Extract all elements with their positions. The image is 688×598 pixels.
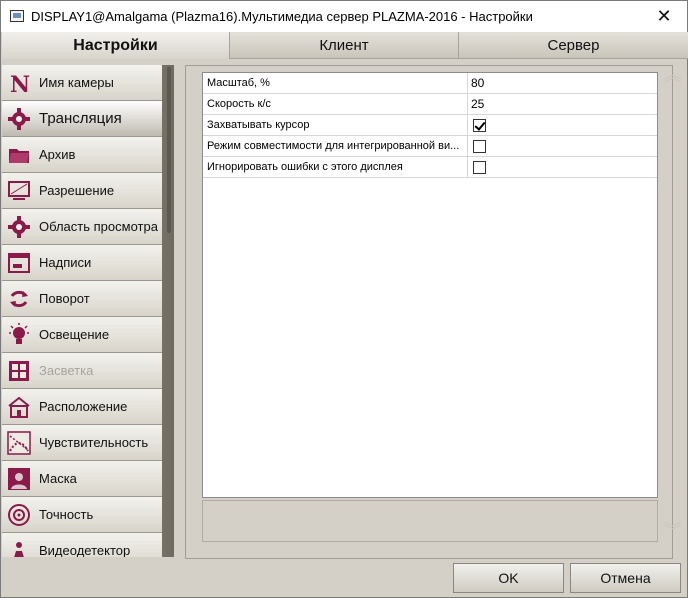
ok-button[interactable]: OK [453, 563, 564, 593]
mask-icon [6, 466, 32, 492]
column-divider [467, 136, 468, 157]
column-divider [467, 94, 468, 115]
sidebar-item-sensitivity[interactable]: Чувствительность [2, 425, 162, 461]
n-letter-icon: N [6, 70, 32, 96]
window-icon [6, 358, 32, 384]
sidebar-item-mask[interactable]: Маска [2, 461, 162, 497]
sidebar-item-label: Поворот [39, 291, 90, 306]
property-grid: Масштаб, % 80 Скорость к/с 25 Захватыват… [202, 72, 658, 498]
monitor-icon [6, 178, 32, 204]
tab-client[interactable]: Клиент [230, 32, 459, 59]
property-row-compatibility-mode: Режим совместимости для интегрированной … [203, 136, 657, 157]
sidebar: N Имя камеры Трансляция Архив Разрешение [2, 65, 174, 557]
sidebar-scrollbar[interactable] [167, 67, 171, 233]
sidebar-item-resolution[interactable]: Разрешение [2, 173, 162, 209]
tab-bar: Настройки Клиент Сервер [2, 32, 688, 59]
property-label: Масштаб, % [207, 77, 270, 89]
app-window-icon [10, 10, 24, 22]
sidebar-item-backlight[interactable]: Засветка [2, 353, 162, 389]
caption-icon [6, 250, 32, 276]
sidebar-item-label: Разрешение [39, 183, 115, 198]
target-icon [6, 502, 32, 528]
close-icon: ✕ [656, 6, 672, 26]
property-row-fps: Скорость к/с 25 [203, 94, 657, 115]
property-label: Скорость к/с [207, 98, 271, 110]
sidebar-item-precision[interactable]: Точность [2, 497, 162, 533]
sidebar-item-rotation[interactable]: Поворот [2, 281, 162, 317]
property-label: Захватывать курсор [207, 119, 310, 131]
sidebar-item-label: Освещение [39, 327, 110, 342]
sidebar-item-label: Засветка [39, 363, 94, 378]
fps-value-field[interactable]: 25 [471, 94, 484, 114]
column-divider [467, 73, 468, 94]
sidebar-item-label: Имя камеры [39, 75, 114, 90]
sidebar-item-label: Архив [39, 147, 76, 162]
detector-icon [6, 538, 32, 557]
tab-settings[interactable]: Настройки [2, 32, 230, 59]
capture-cursor-checkbox[interactable] [473, 119, 486, 132]
sidebar-item-view-area[interactable]: Область просмотра [2, 209, 162, 245]
property-row-scale: Масштаб, % 80 [203, 73, 657, 94]
gear-icon [6, 106, 32, 132]
sidebar-item-label: Видеодетектор [39, 543, 131, 557]
column-divider [467, 157, 468, 178]
house-icon [6, 394, 32, 420]
scroll-up-chevron-icon[interactable]: ︽ [664, 66, 682, 97]
compatibility-mode-checkbox[interactable] [473, 140, 486, 153]
settings-window: DISPLAY1@Amalgama (Plazma16).Мультимедиа… [0, 0, 688, 598]
window-title: DISPLAY1@Amalgama (Plazma16).Мультимедиа… [31, 9, 533, 24]
settings-panel: Масштаб, % 80 Скорость к/с 25 Захватыват… [185, 65, 673, 559]
title-bar: DISPLAY1@Amalgama (Plazma16).Мультимедиа… [1, 1, 687, 32]
sidebar-item-captions[interactable]: Надписи [2, 245, 162, 281]
property-row-ignore-errors: Игнорировать ошибки с этого дисплея [203, 157, 657, 178]
close-button[interactable]: ✕ [641, 1, 687, 32]
gear-icon [6, 214, 32, 240]
property-label: Игнорировать ошибки с этого дисплея [207, 161, 403, 173]
scale-value-field[interactable]: 80 [471, 73, 484, 93]
property-label: Режим совместимости для интегрированной … [207, 140, 460, 152]
sidebar-item-label: Расположение [39, 399, 128, 414]
sidebar-item-location[interactable]: Расположение [2, 389, 162, 425]
sidebar-item-label: Маска [39, 471, 77, 486]
svg-text:N: N [10, 72, 30, 95]
description-panel [202, 500, 658, 542]
rotate-icon [6, 286, 32, 312]
sidebar-item-label: Область просмотра [39, 219, 158, 234]
ignore-errors-checkbox[interactable] [473, 161, 486, 174]
sidebar-item-archive[interactable]: Архив [2, 137, 162, 173]
scroll-down-chevron-icon[interactable]: ︾ [664, 522, 682, 553]
column-divider [467, 115, 468, 136]
sidebar-item-label: Точность [39, 507, 94, 522]
sidebar-item-lighting[interactable]: Освещение [2, 317, 162, 353]
sidebar-item-camera-name[interactable]: N Имя камеры [2, 65, 162, 101]
sidebar-item-video-detector[interactable]: Видеодетектор [2, 533, 162, 557]
property-row-capture-cursor: Захватывать курсор [203, 115, 657, 136]
folder-icon [6, 142, 32, 168]
sidebar-item-label: Трансляция [39, 110, 122, 127]
tab-server[interactable]: Сервер [459, 32, 688, 59]
cancel-button[interactable]: Отмена [570, 563, 681, 593]
lightbulb-icon [6, 322, 32, 348]
sensitivity-icon [6, 430, 32, 456]
sidebar-item-label: Чувствительность [39, 435, 149, 450]
sidebar-item-label: Надписи [39, 255, 92, 270]
sidebar-item-broadcast[interactable]: Трансляция [2, 101, 162, 137]
